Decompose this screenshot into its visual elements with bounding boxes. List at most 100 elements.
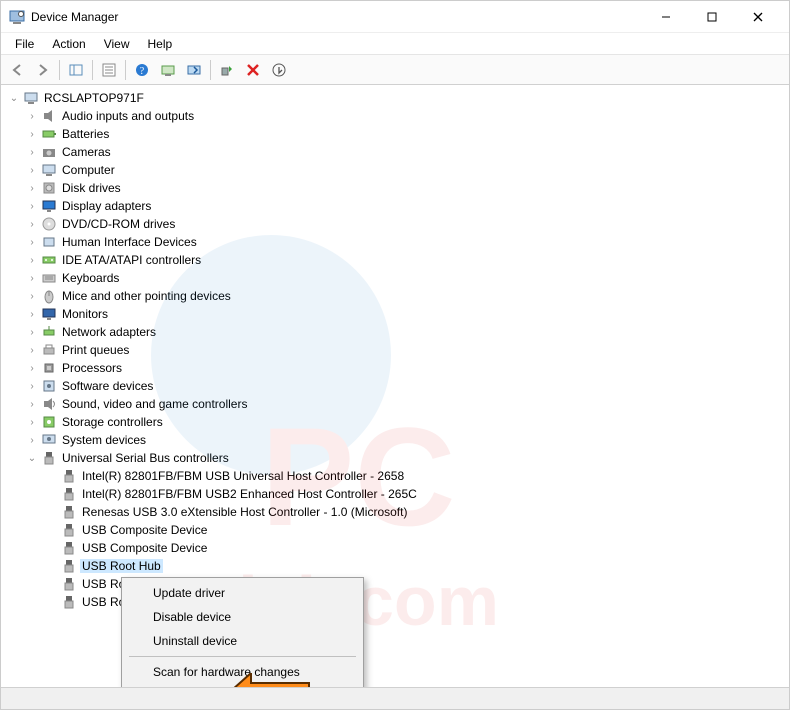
usb-device-icon xyxy=(61,576,77,592)
properties-button[interactable] xyxy=(97,58,121,82)
category-label: Universal Serial Bus controllers xyxy=(60,451,231,465)
usb-icon xyxy=(41,450,57,466)
ctx-separator xyxy=(129,656,356,657)
titlebar: Device Manager xyxy=(1,1,789,33)
expand-icon[interactable]: › xyxy=(25,201,39,212)
software-icon xyxy=(41,378,57,394)
toolbar-separator xyxy=(210,60,211,80)
tree-category[interactable]: ›Display adapters xyxy=(1,197,789,215)
expand-icon[interactable]: › xyxy=(25,255,39,266)
window-controls xyxy=(643,2,781,32)
expand-icon[interactable]: › xyxy=(25,147,39,158)
toolbar-separator xyxy=(125,60,126,80)
tree-category[interactable]: ›System devices xyxy=(1,431,789,449)
tree-category[interactable]: ›Network adapters xyxy=(1,323,789,341)
tree-category[interactable]: › Storage controllers xyxy=(1,413,789,431)
tree-category[interactable]: ›Disk drives xyxy=(1,179,789,197)
expand-icon[interactable]: › xyxy=(25,345,39,356)
mouse-icon xyxy=(41,288,57,304)
network-icon xyxy=(41,324,57,340)
add-legacy-hardware-button[interactable] xyxy=(267,58,291,82)
tree-category-usb[interactable]: ⌄ Universal Serial Bus controllers xyxy=(1,449,789,467)
menu-action[interactable]: Action xyxy=(44,35,93,53)
monitor-icon xyxy=(41,306,57,322)
tree-category[interactable]: ›Human Interface Devices xyxy=(1,233,789,251)
expand-icon[interactable]: › xyxy=(25,417,39,428)
tree-root[interactable]: ⌄ RCSLAPTOP971F xyxy=(1,89,789,107)
expand-icon[interactable]: › xyxy=(25,435,39,446)
uninstall-device-button[interactable] xyxy=(241,58,265,82)
tree-category[interactable]: ›IDE ATA/ATAPI controllers xyxy=(1,251,789,269)
expand-icon[interactable]: › xyxy=(25,327,39,338)
tree-device[interactable]: Intel(R) 82801FB/FBM USB Universal Host … xyxy=(1,467,789,485)
audio-icon xyxy=(41,108,57,124)
toolbar-separator xyxy=(92,60,93,80)
menubar: File Action View Help xyxy=(1,33,789,55)
menu-file[interactable]: File xyxy=(7,35,42,53)
help-button[interactable]: ? xyxy=(130,58,154,82)
category-label: Storage controllers xyxy=(60,415,165,429)
expand-icon[interactable]: › xyxy=(25,363,39,374)
expand-icon[interactable]: › xyxy=(25,309,39,320)
storage-icon xyxy=(41,414,57,430)
tree-device[interactable]: USB Root Hub xyxy=(1,593,789,611)
display-icon xyxy=(41,198,57,214)
tree-category[interactable]: ›Keyboards xyxy=(1,269,789,287)
tree-category[interactable]: ›Sound, video and game controllers xyxy=(1,395,789,413)
tree-category[interactable]: › Processors xyxy=(1,359,789,377)
tree-category[interactable]: ›Cameras xyxy=(1,143,789,161)
category-label: DVD/CD-ROM drives xyxy=(60,217,177,231)
usb-device-icon xyxy=(61,540,77,556)
hid-icon xyxy=(41,234,57,250)
expand-icon[interactable]: › xyxy=(25,111,39,122)
context-menu: Update driver Disable device Uninstall d… xyxy=(121,577,364,687)
tree-device[interactable]: USB Root Hub xyxy=(1,575,789,593)
tree-category[interactable]: ›Software devices xyxy=(1,377,789,395)
expand-icon[interactable]: › xyxy=(25,399,39,410)
expand-icon[interactable]: › xyxy=(25,129,39,140)
expand-icon[interactable]: › xyxy=(25,237,39,248)
show-hide-tree-button[interactable] xyxy=(64,58,88,82)
collapse-icon[interactable]: ⌄ xyxy=(7,93,21,104)
expand-icon[interactable]: › xyxy=(25,219,39,230)
update-driver-button[interactable] xyxy=(182,58,206,82)
menu-help[interactable]: Help xyxy=(140,35,181,53)
back-button[interactable] xyxy=(5,58,29,82)
tree-category[interactable]: ›Computer xyxy=(1,161,789,179)
minimize-button[interactable] xyxy=(643,2,689,32)
tree-category[interactable]: ›Monitors xyxy=(1,305,789,323)
ctx-disable-device[interactable]: Disable device xyxy=(125,605,360,629)
tree-device[interactable]: Renesas USB 3.0 eXtensible Host Controll… xyxy=(1,503,789,521)
collapse-icon[interactable]: ⌄ xyxy=(25,453,39,464)
ide-icon xyxy=(41,252,57,268)
menu-view[interactable]: View xyxy=(96,35,138,53)
usb-device-icon xyxy=(61,504,77,520)
tree-category[interactable]: ›Mice and other pointing devices xyxy=(1,287,789,305)
forward-button[interactable] xyxy=(31,58,55,82)
maximize-button[interactable] xyxy=(689,2,735,32)
enable-device-button[interactable] xyxy=(215,58,239,82)
ctx-scan-hardware[interactable]: Scan for hardware changes xyxy=(125,660,360,684)
ctx-update-driver[interactable]: Update driver xyxy=(125,581,360,605)
expand-icon[interactable]: › xyxy=(25,273,39,284)
sound-icon xyxy=(41,396,57,412)
device-tree[interactable]: PC risk.com ⌄ RCSLAPTOP971F ›Audio input… xyxy=(1,85,789,687)
tree-category[interactable]: › DVD/CD-ROM drives xyxy=(1,215,789,233)
expand-icon[interactable]: › xyxy=(25,183,39,194)
category-label: Processors xyxy=(60,361,124,375)
tree-category[interactable]: ›Audio inputs and outputs xyxy=(1,107,789,125)
expand-icon[interactable]: › xyxy=(25,165,39,176)
tree-device[interactable]: USB Composite Device xyxy=(1,539,789,557)
scan-hardware-button[interactable] xyxy=(156,58,180,82)
toolbar: ? xyxy=(1,55,789,85)
tree-device[interactable]: USB Root Hub xyxy=(1,557,789,575)
system-icon xyxy=(41,432,57,448)
tree-device[interactable]: Intel(R) 82801FB/FBM USB2 Enhanced Host … xyxy=(1,485,789,503)
tree-category[interactable]: ›Batteries xyxy=(1,125,789,143)
ctx-uninstall-device[interactable]: Uninstall device xyxy=(125,629,360,653)
tree-device[interactable]: USB Composite Device xyxy=(1,521,789,539)
close-button[interactable] xyxy=(735,2,781,32)
expand-icon[interactable]: › xyxy=(25,381,39,392)
expand-icon[interactable]: › xyxy=(25,291,39,302)
tree-category[interactable]: ›Print queues xyxy=(1,341,789,359)
